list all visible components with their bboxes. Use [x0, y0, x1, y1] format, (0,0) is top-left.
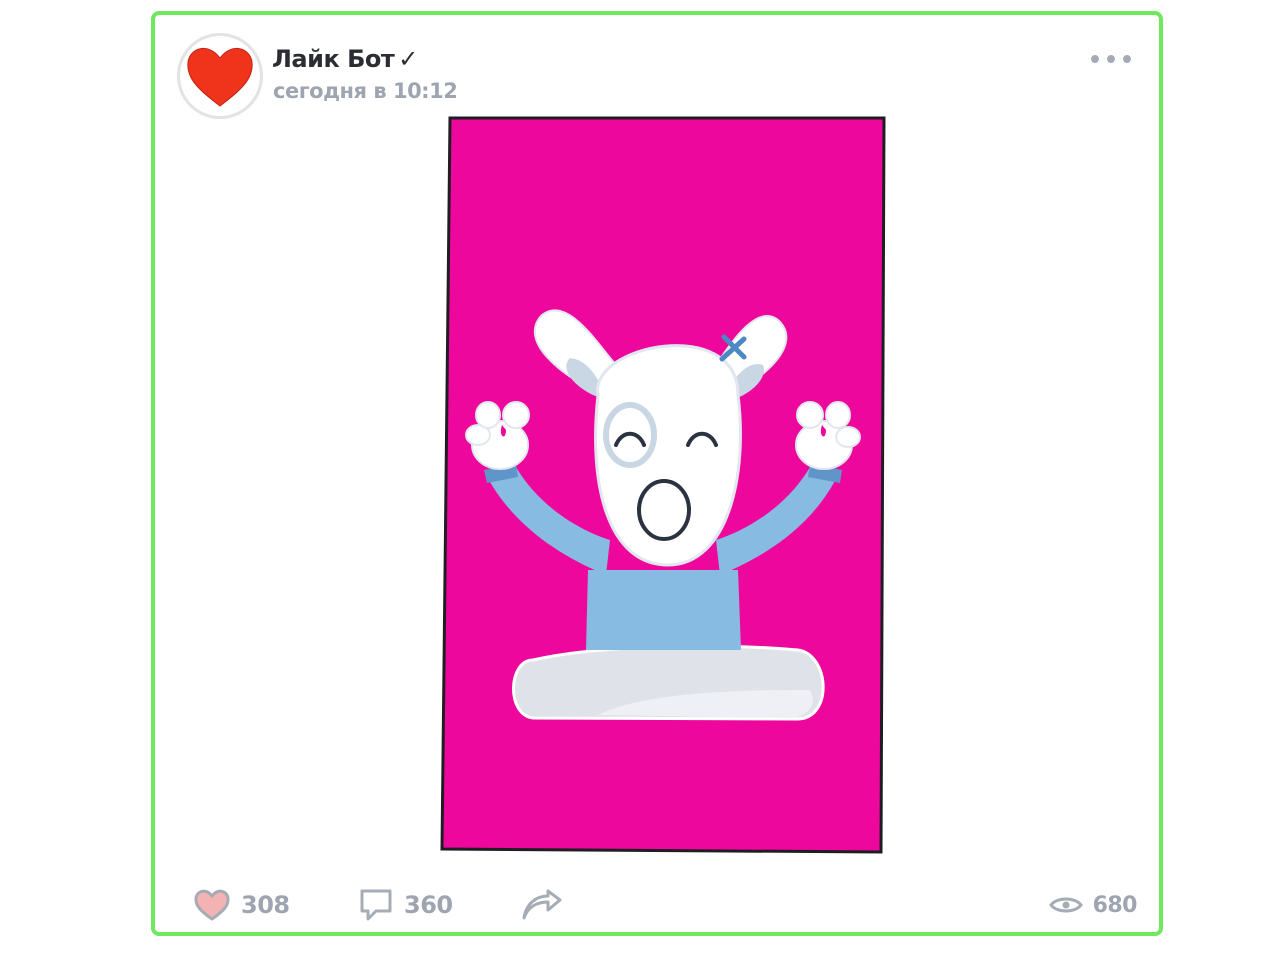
comment-count: 360 [404, 891, 453, 919]
post-time[interactable]: сегодня в 10:12 [273, 79, 458, 103]
author-name[interactable]: Лайк Бот ✓ [272, 45, 418, 73]
comment-button[interactable]: 360 [358, 885, 453, 925]
share-button[interactable] [520, 885, 564, 925]
share-icon [522, 889, 562, 920]
verified-icon: ✓ [398, 45, 418, 73]
post-actions-bar: 308 360 680 [155, 885, 1159, 929]
eye-icon [1048, 897, 1083, 913]
heart-icon [187, 48, 253, 107]
heart-icon [194, 889, 230, 921]
more-dots-icon [1091, 55, 1099, 63]
like-count: 308 [241, 891, 290, 919]
view-count: 680 [1092, 892, 1138, 918]
views-counter: 680 [1048, 885, 1138, 925]
more-options-button[interactable] [1091, 47, 1131, 71]
post-image[interactable] [438, 115, 888, 860]
author-name-text[interactable]: Лайк Бот [272, 45, 395, 73]
author-avatar[interactable] [177, 33, 263, 119]
post-card: Лайк Бот ✓ сегодня в 10:12 308 360 680 [151, 11, 1163, 936]
comment-icon [360, 889, 392, 921]
like-button[interactable]: 308 [193, 885, 290, 925]
